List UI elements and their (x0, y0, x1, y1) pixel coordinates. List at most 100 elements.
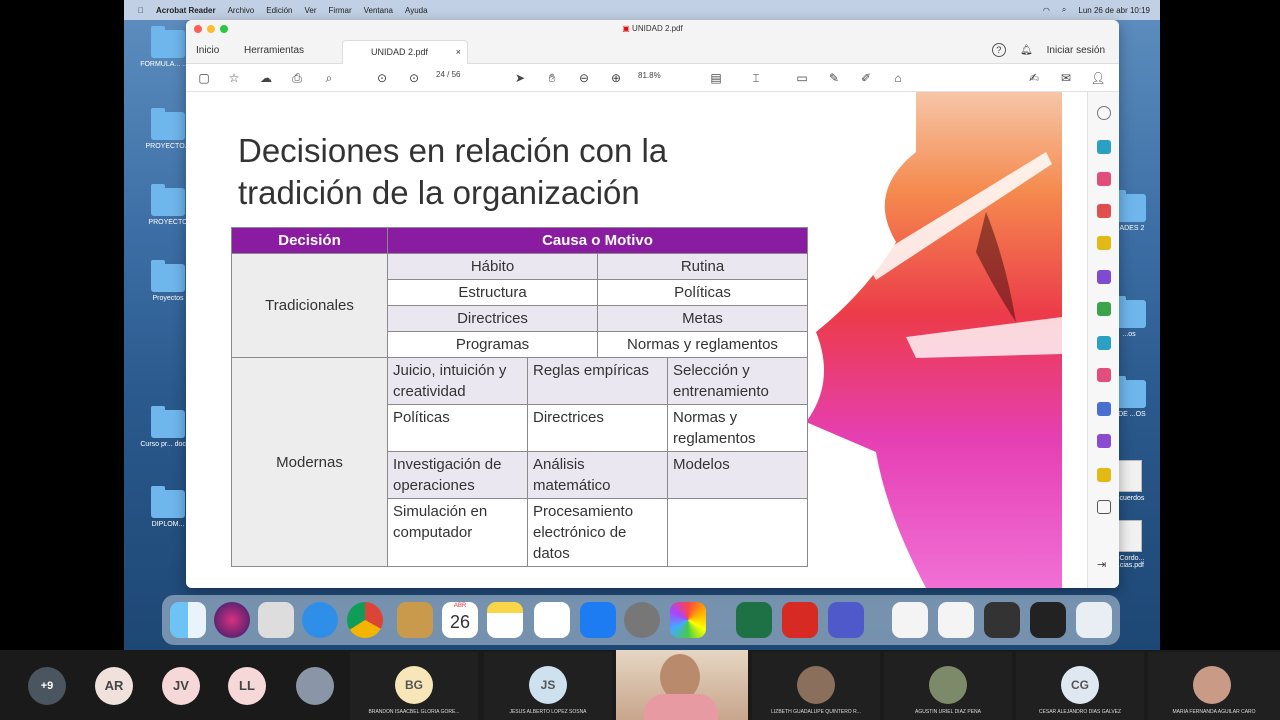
redact-icon[interactable] (1097, 368, 1111, 382)
menu-app-name[interactable]: Acrobat Reader (156, 6, 216, 15)
menu-firmar[interactable]: Firmar (329, 6, 352, 15)
participant-tile[interactable]: CG CESAR ALEJANDRO DIAS GALVEZ (1016, 652, 1144, 720)
recent-window-thumb[interactable] (984, 602, 1020, 638)
menu-archivo[interactable]: Archivo (228, 6, 255, 15)
page-current[interactable]: 24 (436, 70, 445, 79)
stamp-icon[interactable]: ⌂ (890, 70, 906, 86)
edit-pdf-icon[interactable] (1097, 434, 1111, 448)
excel-icon[interactable] (736, 602, 772, 638)
protect-icon[interactable] (1097, 402, 1111, 416)
speaker-shirt (644, 694, 718, 720)
close-tab-icon[interactable]: × (456, 41, 461, 63)
reminders-icon[interactable] (534, 602, 570, 638)
fit-page-icon[interactable]: ▤ (708, 70, 724, 86)
page-indicator[interactable]: 24 / 56 (436, 70, 461, 79)
tab-inicio[interactable]: Inicio (196, 45, 219, 56)
more-tools-icon[interactable] (1097, 500, 1111, 514)
calendar-icon[interactable]: ABR 26 (442, 602, 478, 638)
clock[interactable]: Lun 26 de abr 10:19 (1078, 6, 1150, 15)
launchpad-icon[interactable] (258, 602, 294, 638)
recent-window-thumb[interactable] (1030, 602, 1066, 638)
mail-icon[interactable]: ✉ (1058, 70, 1074, 86)
send-sign-icon[interactable] (1097, 270, 1111, 284)
star-icon[interactable]: ☆ (226, 70, 242, 86)
menu-ayuda[interactable]: Ayuda (405, 6, 428, 15)
zoom-out-icon[interactable]: ⊖ (576, 70, 592, 86)
menu-edicion[interactable]: Edición (266, 6, 292, 15)
sign-icon[interactable]: ✍︎ (1026, 70, 1042, 86)
page-down-icon[interactable]: ⊙ (406, 70, 422, 86)
table-row: Modernas Juicio, intuición y creatividad… (231, 357, 808, 567)
help-icon[interactable]: ? (991, 43, 1006, 57)
stamp-tool-icon[interactable] (1097, 468, 1111, 482)
share-user-icon[interactable]: 👤︎ (1090, 70, 1106, 86)
acrobat-icon[interactable] (782, 602, 818, 638)
participant-avatar[interactable]: AR (95, 667, 133, 705)
recent-window-thumb[interactable] (938, 602, 974, 638)
teams-icon[interactable] (828, 602, 864, 638)
close-window-button[interactable] (194, 25, 202, 33)
chrome-icon[interactable] (347, 602, 383, 638)
table-cell: Simulación en computador (387, 498, 528, 567)
menu-ver[interactable]: Ver (305, 6, 317, 15)
measure-icon[interactable]: ⌶ (748, 70, 764, 86)
signin-button[interactable]: Iniciar sesión (1047, 45, 1105, 56)
participant-tile[interactable]: LIZBETH GUADALUPE QUINTERO R... (752, 652, 880, 720)
participant-tile[interactable]: AGUSTIN URIEL DIAZ PENA (884, 652, 1012, 720)
trash-icon[interactable] (1076, 602, 1112, 638)
table-cell: Rutina (597, 253, 808, 280)
participant-tile[interactable]: BG BRANDON ISAACBEL GLORIA GORE... (350, 652, 478, 720)
search-icon[interactable]: ⌕ (321, 70, 337, 86)
page-separator: / (447, 70, 450, 79)
participant-avatar[interactable]: LL (228, 667, 266, 705)
search-tool-icon[interactable] (1097, 106, 1111, 120)
print-icon[interactable]: ⎙ (289, 70, 305, 86)
zoom-in-icon[interactable]: ⊕ (608, 70, 624, 86)
hand-icon[interactable]: ✋︎ (544, 70, 560, 86)
comment-icon[interactable]: ▭ (794, 70, 810, 86)
contacts-icon[interactable] (397, 602, 433, 638)
zoom-level[interactable]: 81.8% (638, 71, 661, 80)
participant-avatar[interactable]: JV (162, 667, 200, 705)
draw-icon[interactable]: ✐ (858, 70, 874, 86)
table-cell: Modelos (667, 451, 808, 499)
table-cell: Estructura (387, 279, 598, 306)
more-participants-badge[interactable]: +9 (28, 667, 66, 705)
tab-document[interactable]: UNIDAD 2.pdf × (342, 40, 468, 64)
spotlight-icon[interactable]: ⌕ (1062, 5, 1066, 15)
create-icon[interactable]: ▢ (196, 70, 212, 86)
export-pdf-icon[interactable] (1097, 140, 1111, 154)
create-pdf-icon[interactable] (1097, 204, 1111, 218)
fill-sign-icon[interactable] (1097, 302, 1111, 316)
organize-pages-icon[interactable] (1097, 172, 1111, 186)
pen-icon[interactable]: ✎ (826, 70, 842, 86)
apple-icon[interactable]:  (138, 6, 144, 15)
tab-herramientas[interactable]: Herramientas (244, 45, 304, 56)
photos-icon[interactable] (670, 602, 706, 638)
calendar-month: ABR (453, 603, 467, 609)
tab-document-label: UNIDAD 2.pdf (371, 47, 429, 57)
app-store-icon[interactable] (580, 602, 616, 638)
wifi-icon[interactable]: ◠ (1043, 6, 1050, 15)
minimize-window-button[interactable] (207, 25, 215, 33)
finder-icon[interactable] (170, 602, 206, 638)
menu-ventana[interactable]: Ventana (364, 6, 393, 15)
select-cursor-icon[interactable]: ➤ (512, 70, 528, 86)
collapse-panel-icon[interactable]: ⇥ (1097, 558, 1111, 572)
system-preferences-icon[interactable] (624, 602, 660, 638)
comment-tool-icon[interactable] (1097, 236, 1111, 250)
participant-tile[interactable]: JS JESUS ALBERTO LOPEZ SOSNA (484, 652, 612, 720)
pdf-icon: ▣ (622, 24, 630, 33)
bell-icon[interactable]: 🔔︎ (1020, 45, 1033, 56)
siri-icon[interactable] (214, 602, 250, 638)
participant-photo[interactable] (296, 667, 334, 705)
zoom-window-button[interactable] (220, 25, 228, 33)
recent-window-thumb[interactable] (892, 602, 928, 638)
active-speaker-video[interactable] (616, 650, 748, 720)
notes-icon[interactable] (487, 602, 523, 638)
participant-tile[interactable]: MARIA FERNANDA AGUILAR CARO (1148, 652, 1280, 720)
scan-icon[interactable] (1097, 336, 1111, 350)
safari-icon[interactable] (302, 602, 338, 638)
upload-icon[interactable]: ☁ (258, 70, 274, 86)
page-up-icon[interactable]: ⊙ (374, 70, 390, 86)
